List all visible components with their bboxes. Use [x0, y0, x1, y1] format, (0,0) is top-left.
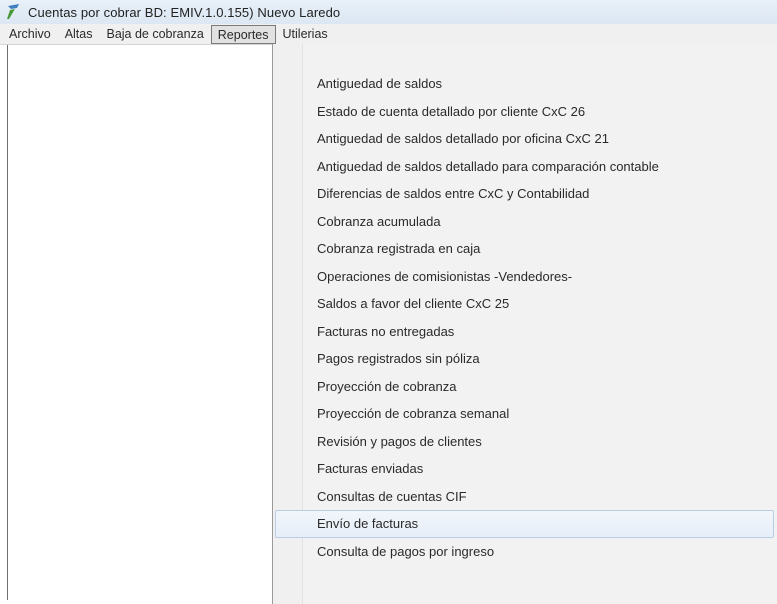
menu-item-envio-de-facturas[interactable]: Envío de facturas — [275, 510, 774, 538]
menu-item-consultas-de-cuentas-cif[interactable]: Consultas de cuentas CIF — [273, 483, 777, 511]
reportes-dropdown-menu: Antiguedad de saldos Estado de cuenta de… — [272, 44, 777, 604]
menu-item-estado-de-cuenta-detallado[interactable]: Estado de cuenta detallado por cliente C… — [273, 98, 777, 126]
menu-reportes[interactable]: Reportes — [210, 25, 276, 44]
menu-item-antiguedad-comparacion-contable[interactable]: Antiguedad de saldos detallado para comp… — [273, 153, 777, 181]
window-title: Cuentas por cobrar BD: EMIV.1.0.155) Nue… — [28, 4, 341, 20]
menu-item-antiguedad-de-saldos[interactable]: Antiguedad de saldos — [273, 70, 777, 98]
menu-item-cobranza-registrada-en-caja[interactable]: Cobranza registrada en caja — [273, 235, 777, 263]
reportes-menu-list: Antiguedad de saldos Estado de cuenta de… — [273, 70, 777, 565]
menu-item-antiguedad-por-oficina[interactable]: Antiguedad de saldos detallado por ofici… — [273, 125, 777, 153]
menu-altas[interactable]: Altas — [58, 24, 100, 44]
client-border — [7, 45, 8, 600]
menu-bar: Archivo Altas Baja de cobranza Reportes … — [0, 24, 777, 45]
menu-item-cobranza-acumulada[interactable]: Cobranza acumulada — [273, 208, 777, 236]
menu-item-revision-y-pagos[interactable]: Revisión y pagos de clientes — [273, 428, 777, 456]
menu-item-consulta-de-pagos-por-ingreso[interactable]: Consulta de pagos por ingreso — [273, 538, 777, 566]
menu-item-facturas-enviadas[interactable]: Facturas enviadas — [273, 455, 777, 483]
client-area — [0, 45, 272, 600]
menu-baja-de-cobranza[interactable]: Baja de cobranza — [99, 24, 210, 44]
menu-item-facturas-no-entregadas[interactable]: Facturas no entregadas — [273, 318, 777, 346]
app-logo-icon — [6, 4, 20, 20]
menu-item-diferencias-de-saldos[interactable]: Diferencias de saldos entre CxC y Contab… — [273, 180, 777, 208]
menu-item-pagos-sin-poliza[interactable]: Pagos registrados sin póliza — [273, 345, 777, 373]
title-bar: Cuentas por cobrar BD: EMIV.1.0.155) Nue… — [0, 0, 777, 24]
menu-item-operaciones-de-comisionistas[interactable]: Operaciones de comisionistas -Vendedores… — [273, 263, 777, 291]
menu-utilerias[interactable]: Utilerias — [276, 24, 335, 44]
menu-item-proyeccion-semanal[interactable]: Proyección de cobranza semanal — [273, 400, 777, 428]
menu-item-proyeccion-de-cobranza[interactable]: Proyección de cobranza — [273, 373, 777, 401]
menu-archivo[interactable]: Archivo — [2, 24, 58, 44]
menu-item-saldos-a-favor[interactable]: Saldos a favor del cliente CxC 25 — [273, 290, 777, 318]
